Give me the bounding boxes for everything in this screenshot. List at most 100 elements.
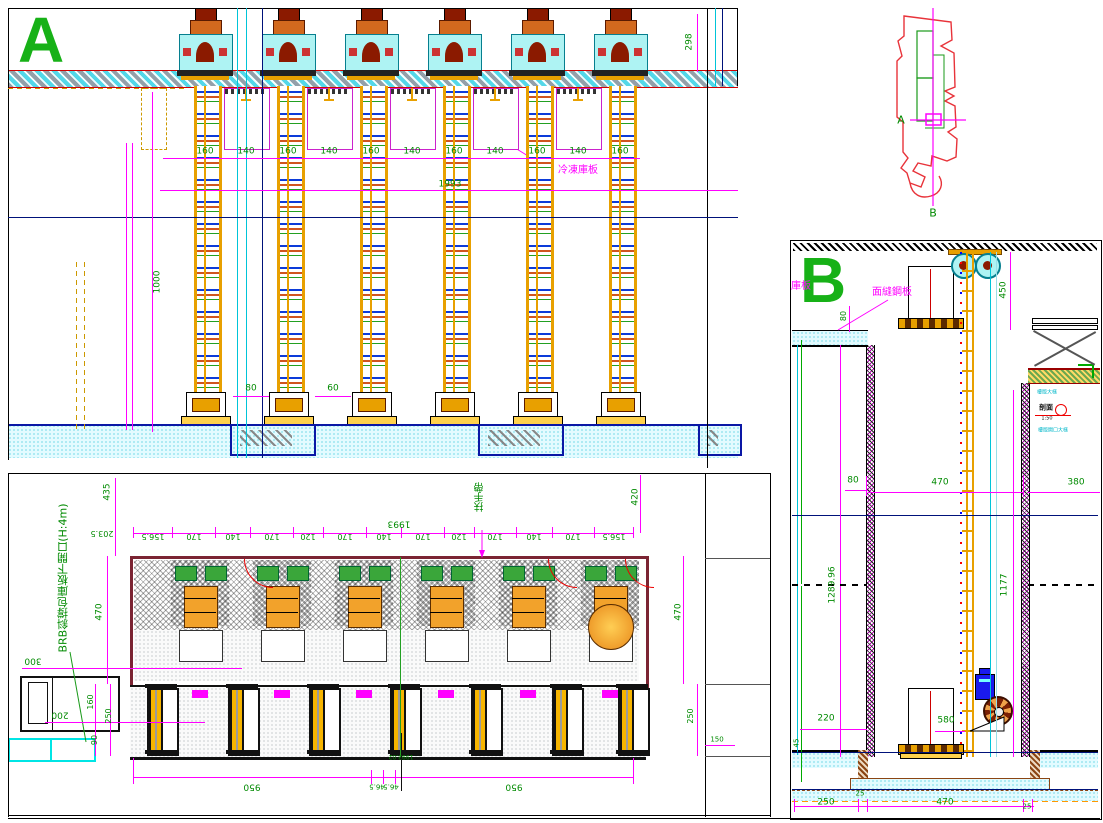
head-detail [468,48,476,56]
dim-label: 950 [243,782,260,791]
line [84,262,85,430]
line [868,492,1023,493]
dim-tick [1032,799,1033,812]
plan-machine-core [266,586,300,628]
mast-rungs [962,252,974,757]
line [401,733,402,791]
assembly-cap [469,750,501,754]
dim-label: 60 [327,385,338,394]
carriage-centerline [930,691,931,745]
dim-label: 1177 [1001,574,1010,597]
line [697,684,698,756]
line [315,396,351,397]
machine-rail [277,86,305,392]
pit-hatch-wedge [240,430,292,446]
machine-rail [443,86,471,392]
dim-label: 140 [526,532,541,540]
key-plan-a-label: A [897,115,905,126]
dim-label: 435 [104,483,113,500]
assembly-cap [226,750,258,754]
head-base-plate [264,76,312,80]
dim-label: 160 [196,148,213,157]
panel-joint-assembly [309,688,341,756]
ground-band [8,424,738,458]
dim-label: 90 [91,735,99,745]
machine-base-block [358,398,386,412]
dim-label: 80 [847,477,858,486]
dim-label: 160 [87,694,95,709]
hanger-tee [324,99,334,101]
head-detail [302,48,310,56]
plan-machine-lower [507,630,551,662]
machine-rail [360,86,388,392]
assembly-cap [550,750,582,754]
dim-label: 140 [320,148,337,157]
panel-joint-assembly [471,688,503,756]
plan-green-unit [585,566,607,581]
head-detail [598,48,606,56]
plan-badge [356,690,372,698]
plan-green-unit [503,566,525,581]
line [1010,252,1011,330]
dim-label: 160 [528,148,545,157]
line [400,557,401,757]
line [935,731,965,732]
ground-line [8,424,738,426]
view-a-title: A [18,8,64,72]
head-base-plate [513,76,561,80]
line [126,143,127,430]
dim-label: 45 [794,739,801,748]
plan-machine-lower [425,630,469,662]
cad-drawing-sheet: A B [0,0,1103,823]
plan-badge [192,690,208,698]
line [8,88,188,89]
dim-label: 25 [856,791,865,798]
dim-label: 170 [487,532,502,540]
slab-note-2: 樓版開口大樣 [1038,429,1068,434]
dim-label: 140 [225,532,240,540]
dim-label: 140 [486,148,503,157]
line [866,476,867,496]
head-detail [349,48,357,56]
plan-badge [438,690,454,698]
line [8,473,770,474]
panel-joint-assembly [618,688,650,756]
line [45,722,205,723]
line [792,752,1098,753]
dim-tick [552,527,553,538]
line [163,158,640,159]
line [705,473,706,817]
dim-label: 156.5 [602,532,625,540]
dim-tick [633,527,634,538]
dim-label: 160 [611,148,628,157]
platform-bar-1 [1032,318,1098,324]
section-note: 剖面 [1039,405,1053,412]
building-outline [897,16,957,187]
line [160,190,738,191]
assembly-cap [616,750,648,754]
rail-center [453,86,455,392]
dim-tick [858,799,859,812]
machine-base-block [524,398,552,412]
line [697,14,698,72]
machine-rail [194,86,222,392]
line [705,684,770,685]
dim-tick [444,527,445,538]
line [770,473,771,817]
key-plan-b-label: B [929,208,937,219]
head-detail [183,48,191,56]
dim-label: 170 [186,532,201,540]
core-line [348,612,380,613]
line [996,252,997,757]
dim-tick [323,527,324,538]
core-line [430,612,462,613]
line [849,306,850,332]
dim-tick [133,770,134,784]
slab-note-1: 樓版大樣 [1037,391,1057,396]
ceiling-pocket [224,88,270,150]
line [705,745,735,746]
dim-label: 1289.96 [829,566,838,603]
dim-label: 170 [337,532,352,540]
dim-label: 1000 [154,271,163,294]
machine-head-arch [279,42,297,62]
